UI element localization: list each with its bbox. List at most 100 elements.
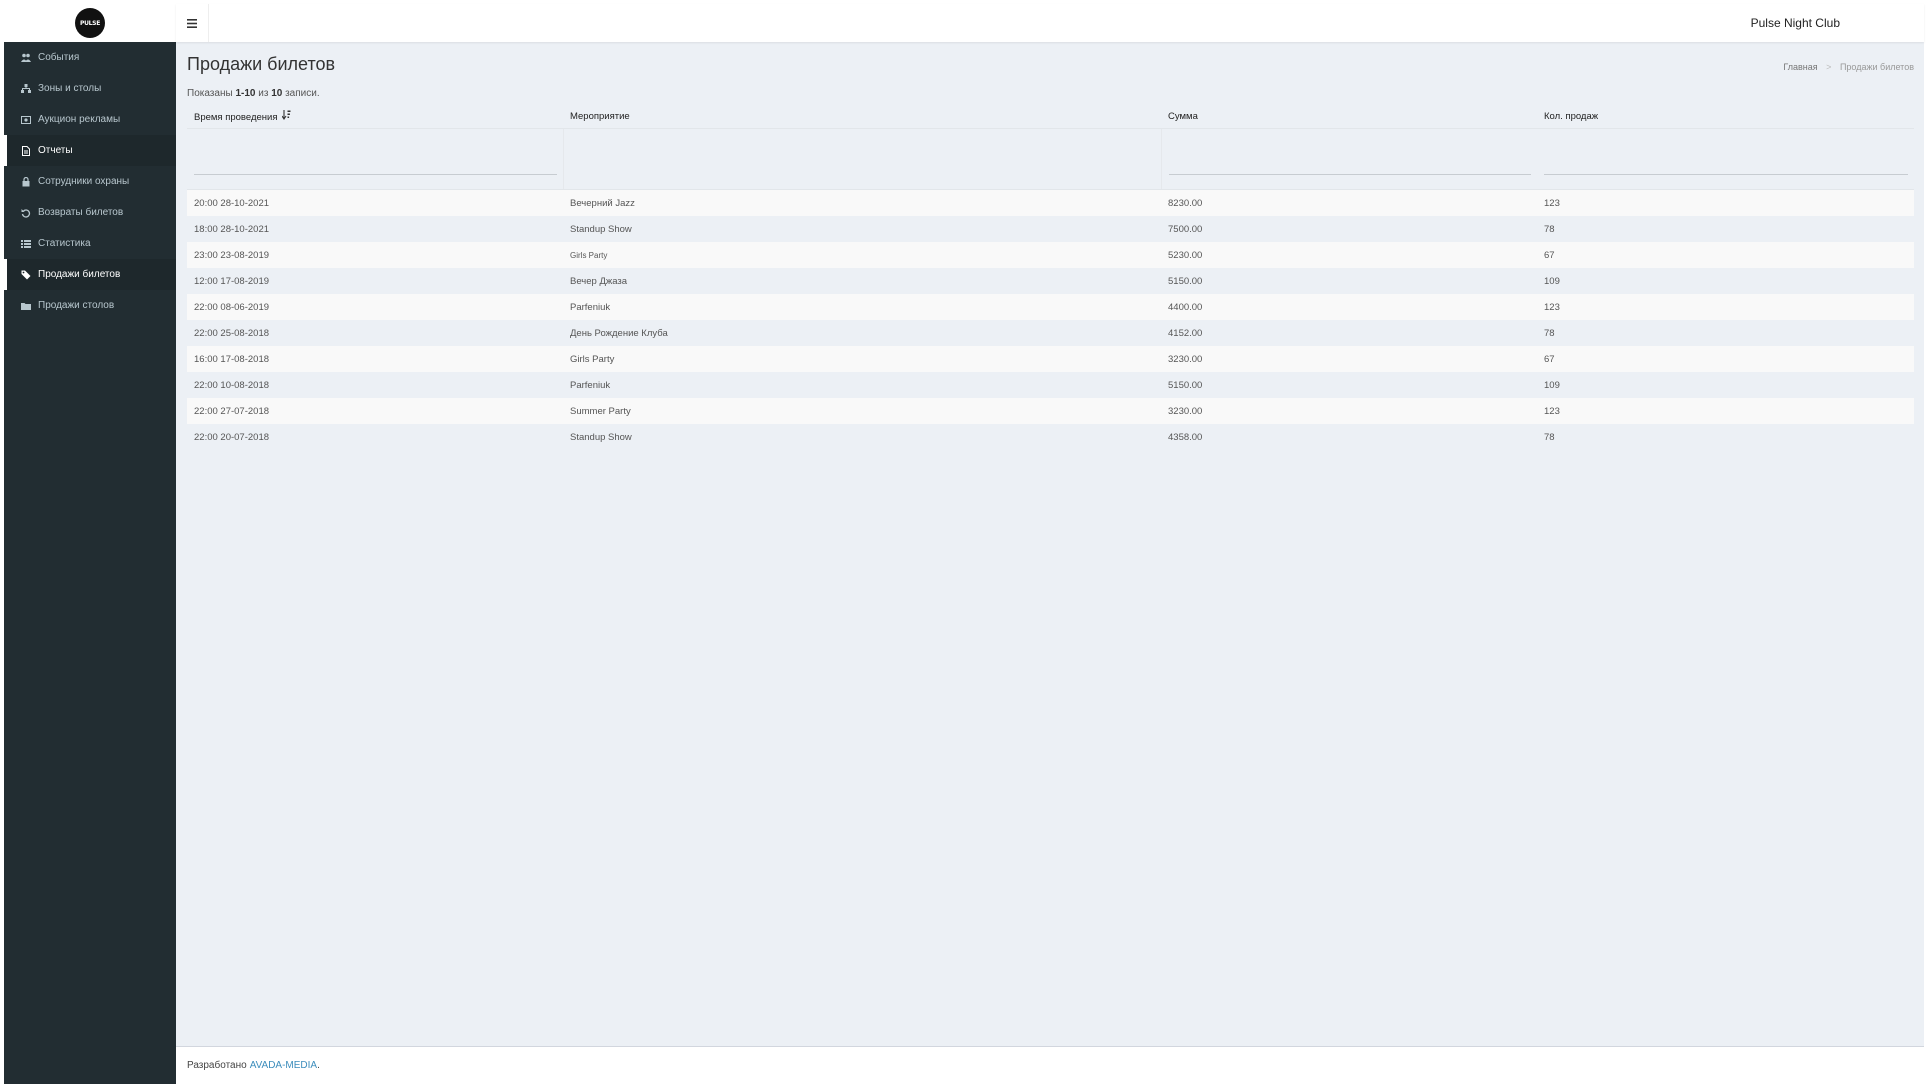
sidebar-item-ticket-returns[interactable]: Возвраты билетов bbox=[4, 197, 176, 228]
logo-area[interactable]: PULSE bbox=[4, 4, 177, 42]
list-icon bbox=[20, 239, 31, 248]
filter-cell-sales-count bbox=[1537, 129, 1914, 189]
breadcrumb-home-link[interactable]: Главная bbox=[1783, 62, 1817, 72]
cell-sales-count: 78 bbox=[1544, 327, 1555, 339]
cell-amount: 7500.00 bbox=[1168, 223, 1203, 235]
undo-icon bbox=[20, 208, 31, 218]
sidebar-item-statistics[interactable]: Статистика bbox=[4, 228, 176, 259]
folder-icon bbox=[20, 302, 31, 310]
cell-amount: 4358.00 bbox=[1168, 431, 1203, 443]
table-row[interactable]: 23:00 23-08-2019 Girls Party 5230.00 67 bbox=[187, 242, 1914, 268]
sort-desc-icon[interactable] bbox=[281, 109, 291, 123]
sidebar: События Зоны и столы Аукцион рекламы Отч… bbox=[4, 42, 176, 1084]
top-header: Pulse Night Club bbox=[176, 4, 1924, 42]
filter-cell-amount bbox=[1161, 129, 1537, 189]
table-row[interactable]: 22:00 08-06-2019 Parfeniuk 4400.00 123 bbox=[187, 294, 1914, 320]
cell-time: 22:00 27-07-2018 bbox=[194, 405, 270, 417]
cell-amount: 8230.00 bbox=[1168, 197, 1203, 209]
cell-event: Summer Party bbox=[570, 405, 631, 417]
table-row[interactable]: 16:00 17-08-2018 Girls Party 3230.00 67 bbox=[187, 346, 1914, 372]
records-summary: Показаны 1-10 из 10 записи. bbox=[187, 88, 320, 99]
cell-time: 22:00 20-07-2018 bbox=[194, 431, 270, 443]
sidebar-item-label: Продажи столов bbox=[38, 300, 115, 311]
sidebar-item-reports[interactable]: Отчеты bbox=[4, 135, 176, 166]
cell-sales-count: 67 bbox=[1544, 353, 1555, 365]
cell-time: 12:00 17-08-2019 bbox=[194, 275, 270, 287]
cell-event: Parfeniuk bbox=[570, 301, 611, 313]
table-row[interactable]: 22:00 27-07-2018 Summer Party 3230.00 12… bbox=[187, 398, 1914, 424]
cell-time: 23:00 23-08-2019 bbox=[194, 249, 270, 261]
footer-suffix: . bbox=[317, 1060, 320, 1071]
sidebar-item-label: Зоны и столы bbox=[38, 83, 102, 94]
ticket-icon bbox=[20, 270, 31, 280]
sidebar-item-security-staff[interactable]: Сотрудники охраны bbox=[4, 166, 176, 197]
table-row[interactable]: 22:00 20-07-2018 Standup Show 4358.00 78 bbox=[187, 424, 1914, 450]
filter-sales-count-input[interactable] bbox=[1544, 154, 1908, 175]
cell-sales-count: 109 bbox=[1544, 275, 1560, 287]
table-filter-row bbox=[187, 128, 1914, 190]
table-body: 20:00 28-10-2021 Вечерний Jazz 8230.00 1… bbox=[187, 190, 1914, 450]
summary-range: 1-10 bbox=[235, 88, 256, 99]
sidebar-item-label: Продажи билетов bbox=[38, 269, 121, 280]
filter-amount-input[interactable] bbox=[1169, 154, 1531, 175]
cell-sales-count: 123 bbox=[1544, 301, 1560, 313]
summary-prefix: Показаны bbox=[187, 88, 233, 99]
sidebar-item-ticket-sales[interactable]: Продажи билетов bbox=[4, 259, 176, 290]
summary-of: из bbox=[258, 88, 269, 99]
sitemap-icon bbox=[20, 84, 31, 93]
money-icon bbox=[20, 115, 31, 124]
breadcrumb: Главная > Продажи билетов bbox=[1783, 62, 1914, 72]
table-row[interactable]: 22:00 10-08-2018 Parfeniuk 5150.00 109 bbox=[187, 372, 1914, 398]
logo-text: PULSE bbox=[79, 19, 100, 27]
cell-sales-count: 123 bbox=[1544, 405, 1560, 417]
cell-amount: 5150.00 bbox=[1168, 275, 1203, 287]
sidebar-item-ad-auction[interactable]: Аукцион рекламы bbox=[4, 104, 176, 135]
cell-amount: 3230.00 bbox=[1168, 353, 1203, 365]
column-header-sales-count[interactable]: Кол. продаж bbox=[1537, 111, 1914, 122]
sidebar-item-table-sales[interactable]: Продажи столов bbox=[4, 290, 176, 321]
pulse-logo[interactable]: PULSE bbox=[75, 8, 105, 38]
club-name[interactable]: Pulse Night Club bbox=[1751, 4, 1840, 42]
cell-time: 22:00 08-06-2019 bbox=[194, 301, 270, 313]
cell-time: 20:00 28-10-2021 bbox=[194, 197, 270, 209]
table-row[interactable]: 18:00 28-10-2021 Standup Show 7500.00 78 bbox=[187, 216, 1914, 242]
cell-amount: 3230.00 bbox=[1168, 405, 1203, 417]
sidebar-menu: События Зоны и столы Аукцион рекламы Отч… bbox=[4, 42, 176, 321]
cell-event: Parfeniuk bbox=[570, 379, 611, 391]
cell-time: 16:00 17-08-2018 bbox=[194, 353, 270, 365]
page-title: Продажи билетов bbox=[187, 54, 336, 74]
table-row[interactable]: 12:00 17-08-2019 Вечер Джаза 5150.00 109 bbox=[187, 268, 1914, 294]
sidebar-item-label: События bbox=[38, 52, 80, 63]
table-row[interactable]: 20:00 28-10-2021 Вечерний Jazz 8230.00 1… bbox=[187, 190, 1914, 216]
sidebar-item-zones[interactable]: Зоны и столы bbox=[4, 73, 176, 104]
cell-amount: 5150.00 bbox=[1168, 379, 1203, 391]
page-footer: Разработано AVADA-MEDIA. bbox=[176, 1046, 1924, 1084]
hamburger-icon bbox=[187, 16, 197, 31]
filter-cell-event bbox=[563, 129, 1161, 189]
cell-event: Standup Show bbox=[570, 223, 632, 235]
cell-amount: 5230.00 bbox=[1168, 249, 1203, 261]
cell-amount: 4400.00 bbox=[1168, 301, 1203, 313]
filter-time-input[interactable] bbox=[194, 154, 557, 175]
table-header-row: Время проведения Мероприятие Сумма Кол. … bbox=[187, 104, 1914, 128]
column-header-time[interactable]: Время проведения bbox=[187, 109, 563, 123]
cell-time: 22:00 25-08-2018 bbox=[194, 327, 270, 339]
app-frame: PULSE События Зоны и столы Аукцион рекла… bbox=[4, 4, 1924, 1084]
cell-event: Вечер Джаза bbox=[570, 275, 628, 287]
cell-amount: 4152.00 bbox=[1168, 327, 1203, 339]
sidebar-item-events[interactable]: События bbox=[4, 42, 176, 73]
summary-suffix: записи. bbox=[285, 88, 320, 99]
sidebar-item-label: Возвраты билетов bbox=[38, 207, 124, 218]
column-header-label[interactable]: Время проведения bbox=[194, 112, 277, 123]
cell-sales-count: 78 bbox=[1544, 431, 1555, 443]
cell-event: Вечерний Jazz bbox=[570, 197, 635, 209]
cell-time: 18:00 28-10-2021 bbox=[194, 223, 270, 235]
column-header-event[interactable]: Мероприятие bbox=[563, 111, 1161, 122]
column-header-amount[interactable]: Сумма bbox=[1161, 111, 1537, 122]
filter-cell-time bbox=[187, 129, 563, 189]
sidebar-toggle-button[interactable] bbox=[176, 4, 209, 42]
cell-event: Standup Show bbox=[570, 431, 632, 443]
developer-link[interactable]: AVADA-MEDIA bbox=[250, 1060, 317, 1071]
cell-sales-count: 109 bbox=[1544, 379, 1560, 391]
table-row[interactable]: 22:00 25-08-2018 День Рождение Клуба 415… bbox=[187, 320, 1914, 346]
